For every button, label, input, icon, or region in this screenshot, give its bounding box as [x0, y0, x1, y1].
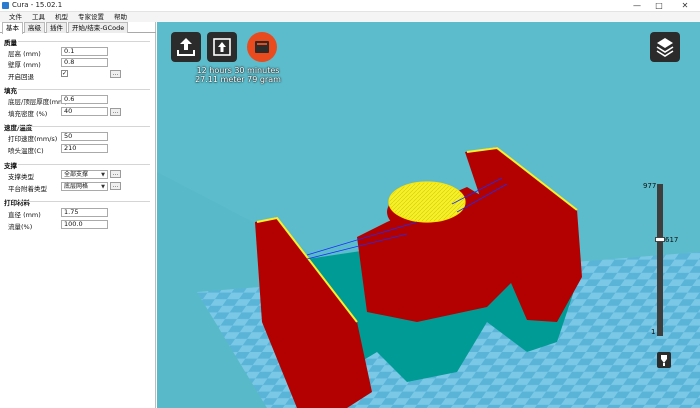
maximize-button[interactable]: □ [648, 0, 670, 12]
print-speed-label: 打印速度(mm/s) [8, 135, 58, 143]
bottom-top-thickness-label: 底层/顶层厚度(mm) [8, 98, 67, 106]
retraction-settings-button[interactable]: ... [110, 70, 121, 78]
layer-height-input[interactable]: 0.1 [61, 47, 108, 56]
load-model-button[interactable] [171, 32, 201, 62]
settings-panel: 基本 高级 插件 开始/结束-GCode 质量 层高 (mm) 0.1 壁厚 (… [0, 22, 156, 408]
cura-app-icon [2, 2, 9, 9]
section-divider [18, 89, 150, 90]
adhesion-type-select[interactable]: 底层网格 ▼ [61, 182, 108, 191]
menu-expert[interactable]: 专家设置 [73, 12, 109, 22]
save-toolpath-button[interactable] [207, 32, 237, 62]
print-speed-input[interactable]: 50 [61, 132, 108, 141]
section-divider [18, 126, 150, 127]
layer-current-label: 617 [665, 236, 679, 244]
print-material: 27.11 meter 79 gram [195, 75, 281, 84]
tab-gcode[interactable]: 开始/结束-GCode [68, 22, 129, 33]
layers-view-icon [656, 38, 674, 57]
flow-label: 流量(%) [8, 223, 33, 231]
layer-max-label: 977 [643, 182, 657, 190]
menu-tools[interactable]: 工具 [27, 12, 50, 22]
layer-min-label: 1 [651, 328, 656, 336]
wall-thickness-input[interactable]: 0.8 [61, 58, 108, 67]
support-type-value: 全部支撑 [64, 171, 89, 178]
retraction-checkbox[interactable]: ✓ [61, 70, 68, 77]
section-fill-title: 填充 [4, 87, 17, 95]
section-quality-title: 质量 [4, 39, 17, 47]
section-support-title: 支撑 [4, 162, 17, 170]
layer-slider-handle[interactable] [655, 237, 665, 242]
sd-card-icon [255, 41, 269, 53]
fill-density-label: 填充密度 (%) [8, 110, 48, 118]
layer-tool-button[interactable] [657, 352, 671, 368]
title-bar: Cura - 15.02.1 — □ ✕ [0, 0, 700, 12]
adhesion-settings-button[interactable]: ... [110, 182, 121, 190]
section-divider [18, 201, 150, 202]
nozzle-temp-input[interactable]: 210 [61, 144, 108, 153]
minimize-button[interactable]: — [626, 0, 648, 12]
retraction-label: 开启回退 [8, 73, 34, 81]
save-toolpath-icon [213, 38, 231, 56]
wall-thickness-label: 壁厚 (mm) [8, 61, 41, 69]
window-controls: — □ ✕ [626, 0, 700, 12]
load-model-icon [177, 38, 195, 56]
section-speed-title: 速度/温度 [4, 124, 33, 132]
fill-density-input[interactable]: 40 [61, 107, 108, 116]
window-title: Cura - 15.02.1 [12, 1, 63, 9]
nozzle-icon [661, 355, 667, 366]
nozzle-temp-label: 喷头温度(C) [8, 147, 44, 155]
chevron-down-icon: ▼ [101, 172, 105, 178]
print-time: 12 hours 30 minutes [196, 66, 280, 75]
layer-slider-track[interactable] [657, 184, 663, 336]
adhesion-type-label: 平台附着类型 [8, 185, 47, 193]
tab-basic[interactable]: 基本 [2, 22, 23, 34]
settings-tabs: 基本 高级 插件 开始/结束-GCode [0, 22, 156, 34]
adhesion-type-value: 底层网格 [64, 183, 89, 190]
view-mode-button[interactable] [650, 32, 680, 62]
layer-height-label: 层高 (mm) [8, 50, 41, 58]
bottom-top-thickness-input[interactable]: 0.6 [61, 95, 108, 104]
flow-input[interactable]: 100.0 [61, 220, 108, 229]
menu-help[interactable]: 帮助 [109, 12, 132, 22]
print-estimate: 12 hours 30 minutes 27.11 meter 79 gram [183, 66, 293, 84]
support-settings-button[interactable]: ... [110, 170, 121, 178]
section-divider [18, 164, 150, 165]
sd-card-button[interactable] [247, 32, 277, 62]
menu-bar: 文件 工具 机型 专家设置 帮助 [0, 12, 700, 22]
tab-advanced[interactable]: 高级 [24, 22, 45, 33]
model-top-infill [388, 181, 466, 223]
menu-machine[interactable]: 机型 [50, 12, 73, 22]
close-button[interactable]: ✕ [670, 0, 700, 12]
fill-settings-button[interactable]: ... [110, 108, 121, 116]
3d-viewport[interactable]: 12 hours 30 minutes 27.11 meter 79 gram … [157, 22, 700, 408]
section-divider [18, 41, 150, 42]
menu-file[interactable]: 文件 [4, 12, 27, 22]
tab-plugins[interactable]: 插件 [46, 22, 67, 33]
diameter-input[interactable]: 1.75 [61, 208, 108, 217]
support-type-label: 支撑类型 [8, 173, 34, 181]
support-type-select[interactable]: 全部支撑 ▼ [61, 170, 108, 179]
section-filament-title: 打印材料 [4, 199, 30, 207]
diameter-label: 直径 (mm) [8, 211, 41, 219]
chevron-down-icon: ▼ [101, 184, 105, 190]
